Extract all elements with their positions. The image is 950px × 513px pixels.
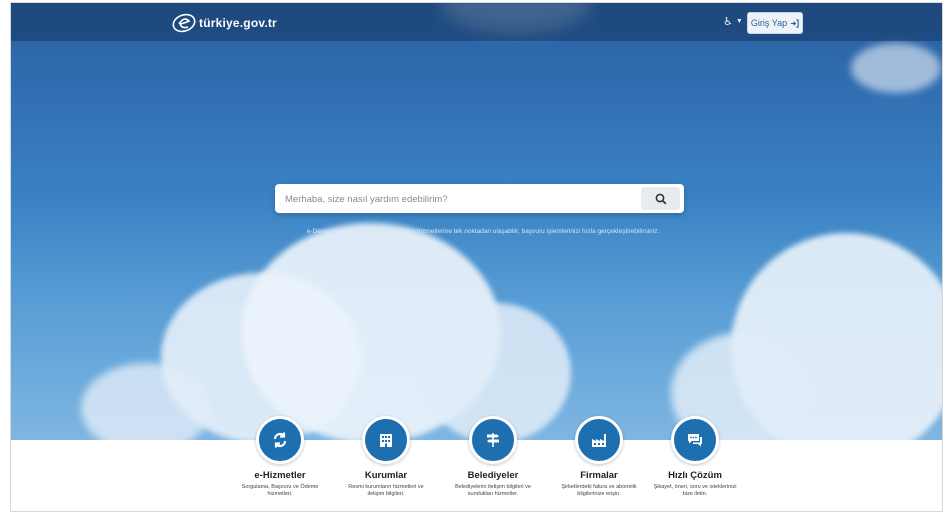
category-description: Resmi kurumların hizmetleri ve iletişim … [348, 484, 424, 497]
category-card-belediyeler[interactable]: Belediyeler Belediyelerin iletişim bilgi… [438, 416, 548, 498]
hero-banner: türkiye.gov.tr ♿ ▼ Giriş Yap e-Devlet Ka… [11, 3, 942, 440]
factory-icon [592, 434, 606, 447]
category-title: Hızlı Çözüm [668, 470, 722, 481]
site-logo[interactable]: türkiye.gov.tr [171, 11, 277, 35]
logo-text: türkiye.gov.tr [199, 16, 277, 30]
category-card-e-hizmetler[interactable]: e-Hizmetler Sorgulama, Başvuru ve Ödeme … [225, 416, 335, 498]
category-description: Şikayet, öneri, soru ve isteklerinizi bi… [653, 484, 737, 497]
category-icon-circle [671, 416, 719, 464]
category-title: e-Hizmetler [254, 470, 306, 481]
search-icon [655, 193, 666, 204]
chevron-down-icon: ▼ [735, 18, 743, 25]
signpost-icon [487, 433, 499, 447]
category-title: Kurumlar [364, 470, 408, 481]
sign-in-icon [790, 18, 799, 28]
search-input[interactable] [283, 184, 637, 215]
search-hint-text: e-Devlet Kapısı ile kamu kurumlarının hi… [306, 228, 660, 235]
search-bar [275, 184, 684, 215]
category-title: Firmalar [580, 470, 618, 481]
login-button[interactable]: Giriş Yap [747, 12, 803, 34]
login-label: Giriş Yap [750, 18, 788, 28]
category-description: Belediyelerin iletişim bilgileri ve sund… [455, 484, 531, 497]
category-card-firmalar[interactable]: Firmalar Şirketlerdeki fatura ve aboneli… [544, 416, 654, 498]
search-button[interactable] [641, 187, 680, 210]
accessibility-menu[interactable]: ♿ ▼ [723, 15, 743, 28]
category-card-kurumlar[interactable]: Kurumlar Resmi kurumların hizmetleri ve … [331, 416, 441, 498]
category-icon-circle [575, 416, 623, 464]
category-title: Belediyeler [467, 470, 519, 481]
accessibility-icon: ♿ [723, 16, 733, 28]
category-icon-circle [469, 416, 517, 464]
category-description: Sorgulama, Başvuru ve Ödeme hizmetleri. [241, 484, 319, 497]
browser-frame: türkiye.gov.tr ♿ ▼ Giriş Yap e-Devlet Ka… [10, 2, 943, 512]
building-icon [380, 434, 392, 447]
refresh-icon [273, 432, 287, 448]
category-icon-circle [256, 416, 304, 464]
category-description: Şirketlerdeki fatura ve abonelik bilgile… [561, 484, 637, 497]
chat-icon [688, 434, 702, 447]
category-icon-circle [362, 416, 410, 464]
cloud-decoration [851, 43, 941, 93]
category-card-hizli-cozum[interactable]: Hızlı Çözüm Şikayet, öneri, soru ve iste… [640, 416, 750, 498]
e-logo-icon [172, 13, 196, 33]
